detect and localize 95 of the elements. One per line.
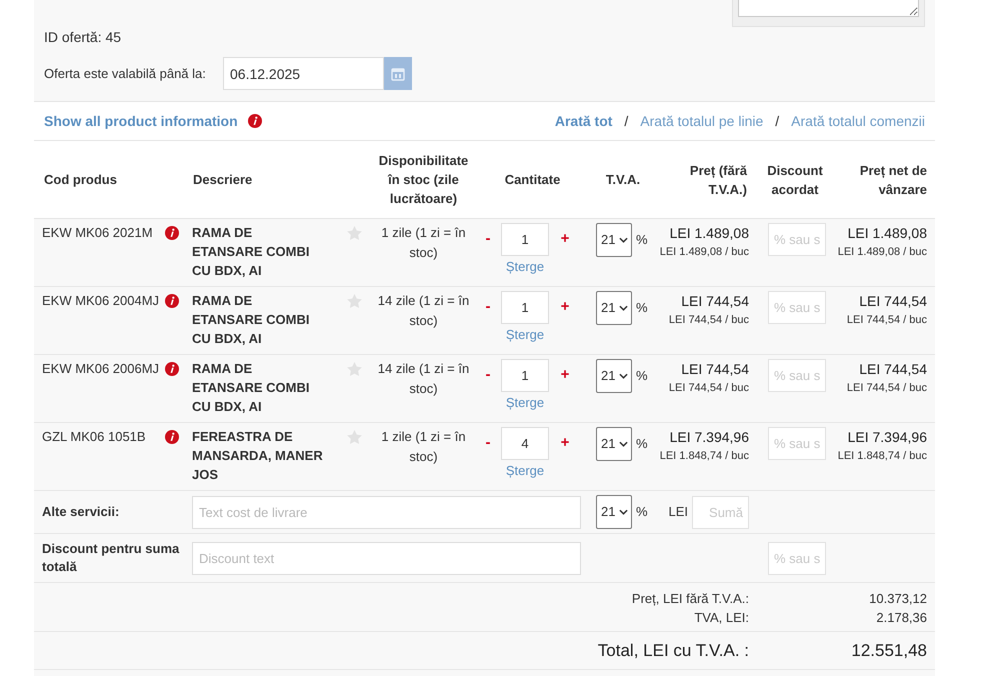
product-description: RAMA DE ETANSARE COMBI CU BDX, AI — [192, 224, 310, 280]
column-header: Discount acordat — [766, 162, 824, 198]
notes-textarea[interactable] — [738, 0, 919, 17]
vat-select[interactable]: 21 — [596, 223, 632, 257]
net-unit-price: LEI 744,54 / buc — [846, 313, 927, 328]
net-price: LEI 7.394,96 — [848, 428, 927, 447]
vat-select[interactable]: 21 — [596, 359, 632, 393]
unit-price: LEI 1.489,08 / buc — [660, 245, 749, 260]
percent-sign: % — [636, 435, 648, 453]
net-unit-price: LEI 1.489,08 / buc — [838, 245, 927, 260]
price: LEI 1.489,08 — [670, 224, 749, 243]
delete-link[interactable]: Șterge — [506, 324, 544, 346]
summary-label: Preț, LEI fără T.V.A.: — [632, 590, 749, 608]
increment-button[interactable]: + — [554, 359, 576, 392]
view-link[interactable]: Arată totalul pe linie — [640, 110, 764, 132]
net-price: LEI 744,54 — [859, 292, 927, 311]
price: LEI 744,54 — [681, 360, 749, 379]
summary-value: 2.178,36 — [876, 609, 927, 627]
availability-text: 14 zile (1 zi = în stoc) — [376, 360, 470, 398]
total-value: 12.551,48 — [851, 640, 927, 662]
decrement-button[interactable]: - — [480, 427, 496, 460]
product-description: RAMA DE ETANSARE COMBI CU BDX, AI — [192, 360, 310, 416]
summary-value: 10.373,12 — [869, 590, 927, 608]
product-description: FEREASTRA DE MANSARDA, MANER JOS — [192, 428, 324, 484]
net-price: LEI 744,54 — [859, 360, 927, 379]
product-code: EKW MK06 2004MJ — [42, 292, 160, 310]
info-icon[interactable] — [165, 294, 179, 308]
product-code: EKW MK06 2006MJ — [42, 360, 160, 378]
delete-link[interactable]: Șterge — [506, 392, 544, 414]
discount-text-input[interactable]: Discount text — [192, 542, 581, 574]
product-code: GZL MK06 1051B — [42, 428, 146, 446]
delete-link[interactable]: Șterge — [506, 460, 544, 482]
calendar-icon — [391, 66, 405, 80]
info-icon[interactable] — [248, 114, 262, 128]
increment-button[interactable]: + — [554, 291, 576, 324]
delete-link[interactable]: Șterge — [506, 256, 544, 278]
availability-text: 1 zile (1 zi = în stoc) — [380, 224, 467, 262]
column-header: Disponibilitate în stoc (zile lucrătoare) — [378, 152, 470, 208]
date-input[interactable]: 06.12.2025 — [223, 57, 384, 90]
percent-sign: % — [636, 367, 648, 385]
decrement-button[interactable]: - — [480, 359, 496, 392]
percent-sign: % — [636, 299, 648, 317]
quantity-input[interactable]: 1 — [501, 223, 549, 256]
unit-price: LEI 744,54 / buc — [668, 313, 749, 328]
availability-text: 1 zile (1 zi = în stoc) — [380, 428, 467, 466]
price: LEI 7.394,96 — [670, 428, 749, 447]
unit-price: LEI 1.848,74 / buc — [660, 449, 749, 464]
show-all-link[interactable]: Show all product information — [44, 110, 238, 132]
extra-services-label: Alte servicii: — [42, 503, 120, 522]
increment-button[interactable]: + — [554, 223, 576, 256]
separator: / — [624, 112, 628, 130]
column-header: Cod produs — [44, 171, 117, 189]
percent-sign: % — [636, 231, 648, 249]
product-description: RAMA DE ETANSARE COMBI CU BDX, AI — [192, 292, 310, 348]
net-unit-price: LEI 744,54 / buc — [846, 381, 927, 396]
view-link[interactable]: Arată totalul comenzii — [791, 110, 925, 132]
column-header: Descriere — [193, 171, 252, 189]
net-unit-price: LEI 1.848,74 / buc — [838, 449, 927, 464]
chevron-down-icon — [619, 441, 628, 447]
info-icon[interactable] — [165, 226, 179, 240]
vat-select[interactable]: 21 — [596, 291, 632, 325]
percent-sign: % — [636, 503, 648, 522]
chevron-down-icon — [619, 373, 628, 379]
increment-button[interactable]: + — [554, 427, 576, 460]
decrement-button[interactable]: - — [480, 223, 496, 256]
total-discount-label: Discount pentru suma totală — [42, 540, 180, 576]
quantity-input[interactable]: 4 — [501, 427, 549, 460]
column-header: Preț net de vânzare — [858, 162, 927, 198]
column-header: Preț (fără T.V.A.) — [688, 162, 747, 198]
offer-id: ID ofertă: 45 — [44, 28, 122, 46]
price: LEI 744,54 — [681, 292, 749, 311]
availability-text: 14 zile (1 zi = în stoc) — [376, 292, 470, 330]
column-header: T.V.A. — [606, 171, 640, 189]
separator: / — [775, 112, 780, 130]
info-icon[interactable] — [165, 362, 179, 376]
delivery-cost-input[interactable]: Text cost de livrare — [192, 496, 581, 528]
chevron-down-icon — [619, 305, 628, 311]
validity-label: Oferta este valabilă până la: — [44, 64, 207, 83]
info-icon[interactable] — [165, 430, 179, 444]
currency-label: LEI — [668, 503, 688, 522]
quantity-input[interactable]: 1 — [501, 291, 549, 324]
net-price: LEI 1.489,08 — [848, 224, 927, 243]
unit-price: LEI 744,54 / buc — [668, 381, 749, 396]
decrement-button[interactable]: - — [480, 291, 496, 324]
chevron-down-icon — [619, 237, 628, 243]
vat-select[interactable]: 21 — [596, 495, 632, 529]
quantity-input[interactable]: 1 — [501, 359, 549, 392]
column-header: Cantitate — [504, 171, 560, 189]
view-link[interactable]: Arată tot — [554, 110, 612, 132]
product-code: EKW MK06 2021M — [42, 224, 153, 242]
calendar-button[interactable] — [384, 57, 412, 90]
vat-select[interactable]: 21 — [596, 427, 632, 461]
total-label: Total, LEI cu T.V.A. : — [598, 640, 749, 662]
summary-label: TVA, LEI: — [694, 609, 749, 627]
chevron-down-icon — [619, 509, 628, 515]
